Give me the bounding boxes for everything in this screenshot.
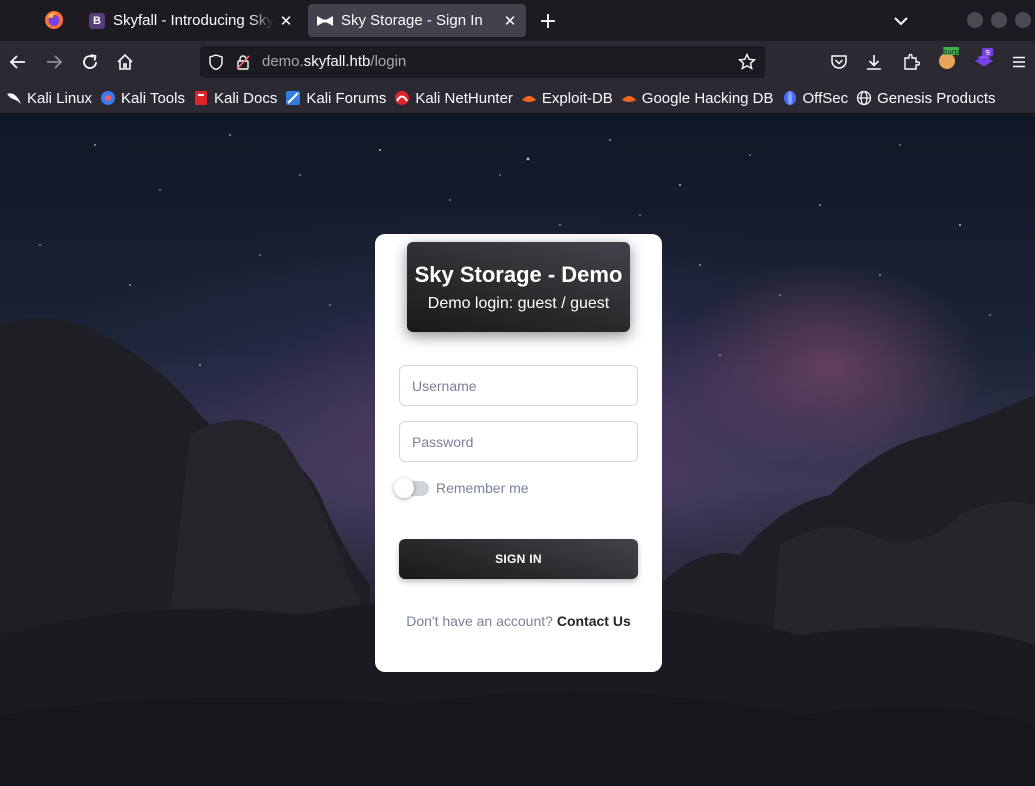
extensions-puzzle-icon[interactable] [900, 51, 922, 73]
chevron-down-icon[interactable] [889, 9, 913, 33]
back-arrow-icon[interactable] [7, 51, 29, 73]
bookmark-kali-forums[interactable]: Kali Forums [285, 86, 386, 110]
kali-docs-icon [193, 90, 209, 106]
sign-in-button[interactable]: SIGN IN [399, 539, 638, 579]
toggle-knob [394, 478, 414, 498]
address-bar[interactable]: demo.skyfall.htb/login [200, 46, 765, 78]
contact-us-link[interactable]: Contact Us [557, 613, 631, 629]
pocket-icon[interactable] [828, 51, 850, 73]
new-tab-plus-icon[interactable]: + [536, 9, 560, 34]
password-input[interactable] [399, 421, 638, 462]
remember-me-label[interactable]: Remember me [436, 480, 529, 496]
bookmark-kali-linux[interactable]: Kali Linux [6, 86, 92, 110]
ghdb-icon [621, 90, 637, 106]
bookmark-google-hacking-db[interactable]: Google Hacking DB [621, 86, 774, 110]
svg-text:burp: burp [943, 48, 959, 56]
signup-prompt: Don't have an account? Contact Us [406, 613, 631, 629]
tab-title: Sky Storage - Sign In [341, 12, 483, 29]
kali-dragon-icon [6, 90, 22, 106]
remember-me-toggle[interactable] [394, 478, 429, 498]
tab-title: Skyfall - Introducing Sky [113, 12, 274, 29]
bookmark-exploit-db[interactable]: Exploit-DB [521, 86, 613, 110]
close-icon[interactable]: ✕ [498, 9, 522, 33]
bookmarks-toolbar: Kali Linux Kali Tools Kali Docs Kali For… [0, 83, 1035, 114]
kali-forums-icon [285, 90, 301, 106]
bookmark-kali-docs[interactable]: Kali Docs [193, 86, 277, 110]
tab-strip: B Skyfall - Introducing Sky ✕ Sky Storag… [0, 0, 1035, 41]
reload-icon[interactable] [79, 51, 101, 73]
firefox-menu-icon[interactable] [44, 10, 64, 30]
maximize-button[interactable] [991, 12, 1007, 28]
burp-extension-icon[interactable]: burp [937, 47, 959, 70]
offsec-icon [782, 90, 798, 106]
close-window-button[interactable] [1015, 12, 1031, 28]
exploit-db-icon [521, 90, 537, 106]
extension-badge-icon[interactable]: 9 [973, 48, 995, 70]
svg-text:9: 9 [985, 48, 990, 57]
bookmark-kali-nethunter[interactable]: Kali NetHunter [394, 86, 513, 110]
login-card-header: Sky Storage - Demo Demo login: guest / g… [407, 242, 630, 332]
tab-skyfall[interactable]: B Skyfall - Introducing Sky ✕ [80, 4, 302, 37]
download-icon[interactable] [863, 51, 885, 73]
username-input[interactable] [399, 365, 638, 406]
bookmark-genesis-products[interactable]: Genesis Products [856, 86, 996, 110]
bowtie-icon [317, 13, 333, 29]
login-page-background: Sky Storage - Demo Demo login: guest / g… [0, 115, 1035, 786]
bookmark-kali-tools[interactable]: Kali Tools [100, 86, 185, 110]
forward-arrow-icon[interactable] [43, 51, 65, 73]
bookmark-offsec[interactable]: OffSec [782, 86, 848, 110]
nethunter-icon [394, 90, 410, 106]
url-text[interactable]: demo.skyfall.htb/login [262, 53, 406, 70]
bootstrap-b-icon: B [89, 12, 105, 29]
lock-icon[interactable] [234, 53, 252, 71]
shield-icon[interactable] [207, 53, 225, 71]
close-icon[interactable]: ✕ [274, 9, 298, 33]
bookmark-star-icon[interactable] [738, 53, 756, 71]
home-icon[interactable] [114, 51, 136, 73]
page-title: Sky Storage - Demo [414, 262, 623, 287]
hamburger-menu-icon[interactable] [1008, 51, 1030, 73]
demo-credentials-hint: Demo login: guest / guest [427, 295, 610, 312]
login-card: Sky Storage - Demo Demo login: guest / g… [375, 234, 662, 672]
tab-sky-storage[interactable]: Sky Storage - Sign In ✕ [308, 4, 526, 37]
globe-icon [856, 90, 872, 106]
minimize-button[interactable] [967, 12, 983, 28]
navigation-toolbar: demo.skyfall.htb/login burp 9 [0, 41, 1035, 83]
kali-tools-icon [100, 90, 116, 106]
